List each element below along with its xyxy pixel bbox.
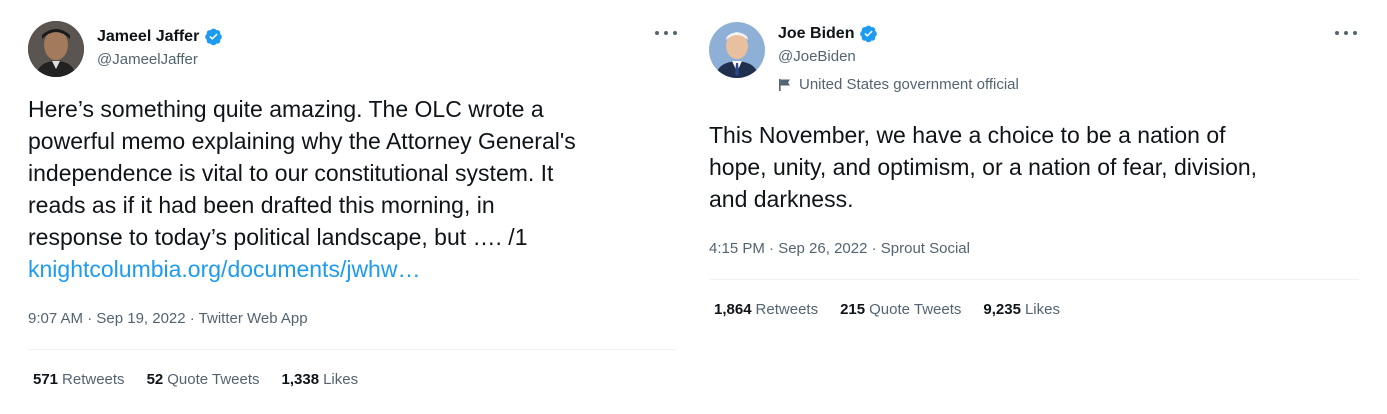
- tweets-screenshot: Jameel Jaffer @JameelJaffer Here’s somet…: [0, 0, 1387, 414]
- tweet-text-line: reads as if it had been drafted this mor…: [28, 192, 495, 218]
- likes-label: Likes: [1024, 301, 1060, 318]
- verified-badge-icon: [859, 24, 878, 43]
- divider: [28, 349, 676, 350]
- tweet-text-line: independence is vital to our constitutio…: [28, 160, 554, 186]
- likes-label: Likes: [323, 371, 359, 388]
- retweets-stat[interactable]: 571 Retweets: [33, 371, 125, 388]
- retweets-label: Retweets: [62, 371, 125, 388]
- quote-tweets-stat[interactable]: 52 Quote Tweets: [147, 371, 260, 388]
- quote-tweets-count: 52: [146, 371, 164, 388]
- likes-stat[interactable]: 1,338 Likes: [282, 371, 359, 388]
- tweet-text: Here’s something quite amazing. The OLC …: [28, 93, 576, 285]
- display-name[interactable]: Jameel Jaffer: [97, 28, 199, 46]
- tweet-timestamp[interactable]: 9:07 AM · Sep 19, 2022 · Twitter Web App: [28, 310, 308, 327]
- retweets-count: 571: [33, 371, 59, 388]
- retweets-label: Retweets: [755, 301, 819, 318]
- tweet-text-line: This November, we have a choice to be a …: [709, 122, 1226, 148]
- quote-tweets-count: 215: [840, 301, 866, 318]
- tweet-jameel-jaffer: Jameel Jaffer @JameelJaffer Here’s somet…: [28, 0, 678, 414]
- tweet-text-line: response to today’s political landscape,…: [28, 224, 528, 250]
- quote-tweets-stat[interactable]: 215 Quote Tweets: [840, 301, 961, 318]
- tweet-stats: 571 Retweets 52 Quote Tweets 1,338 Likes: [33, 371, 358, 388]
- divider: [709, 279, 1359, 280]
- tweet-text: This November, we have a choice to be a …: [709, 119, 1257, 215]
- tweet-joe-biden: Joe Biden @JoeBiden United States govern…: [709, 0, 1359, 414]
- name-row: Jameel Jaffer: [97, 27, 223, 46]
- tweet-timestamp[interactable]: 4:15 PM · Sep 26, 2022 · Sprout Social: [709, 240, 970, 257]
- quote-tweets-label: Quote Tweets: [869, 301, 962, 318]
- tweet-link[interactable]: knightcolumbia.org/documents/jwhw…: [28, 253, 576, 285]
- more-options-icon[interactable]: [655, 28, 677, 38]
- tweet-text-line: powerful memo explaining why the Attorne…: [28, 128, 576, 154]
- avatar[interactable]: [28, 21, 84, 77]
- tweet-stats: 1,864 Retweets 215 Quote Tweets 9,235 Li…: [714, 301, 1060, 318]
- likes-count: 1,338: [281, 371, 320, 388]
- quote-tweets-label: Quote Tweets: [167, 371, 260, 388]
- name-row: Joe Biden: [778, 24, 878, 43]
- retweets-count: 1,864: [714, 301, 752, 318]
- handle[interactable]: @JameelJaffer: [97, 51, 198, 68]
- tweet-text-line: Here’s something quite amazing. The OLC …: [28, 96, 544, 122]
- display-name[interactable]: Joe Biden: [778, 25, 854, 43]
- retweets-stat[interactable]: 1,864 Retweets: [714, 301, 818, 318]
- government-official-label: United States government official: [778, 76, 1019, 93]
- avatar[interactable]: [709, 22, 765, 78]
- handle[interactable]: @JoeBiden: [778, 48, 856, 65]
- likes-count: 9,235: [983, 301, 1021, 318]
- verified-badge-icon: [204, 27, 223, 46]
- government-official-text: United States government official: [799, 76, 1019, 93]
- tweet-text-line: hope, unity, and optimism, or a nation o…: [709, 154, 1258, 180]
- likes-stat[interactable]: 9,235 Likes: [983, 301, 1060, 318]
- tweet-text-line: and darkness.: [709, 186, 854, 212]
- government-flag-icon: [778, 78, 792, 92]
- more-options-icon[interactable]: [1335, 28, 1357, 38]
